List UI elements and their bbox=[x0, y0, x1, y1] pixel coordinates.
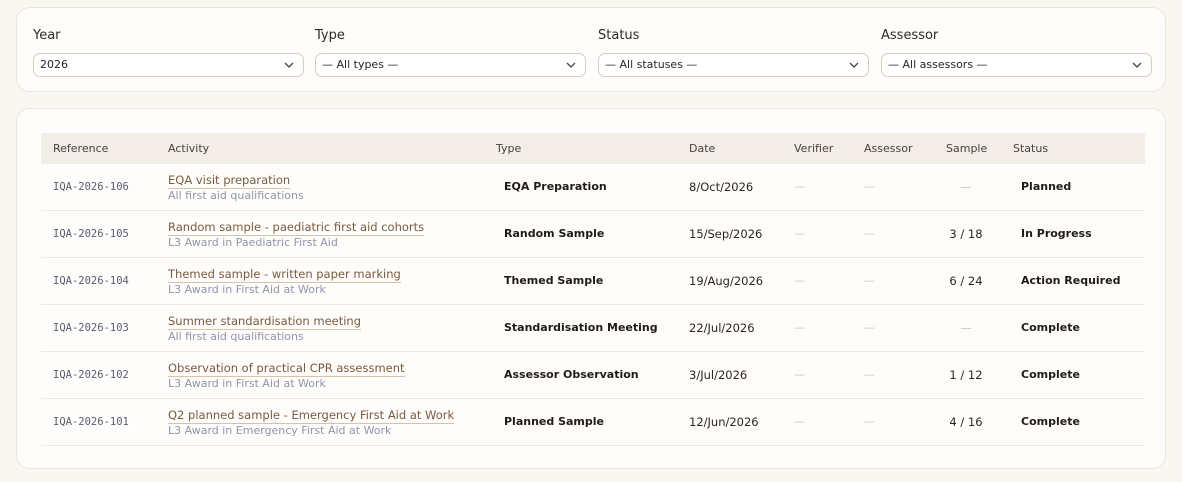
header-activity: Activity bbox=[168, 142, 210, 155]
verifier-cell: — bbox=[794, 321, 805, 334]
assessor-cell: — bbox=[864, 274, 875, 287]
date-cell: 8/Oct/2026 bbox=[689, 180, 754, 194]
type-cell: Assessor Observation bbox=[504, 368, 639, 381]
year-select[interactable]: 2026 bbox=[33, 53, 304, 77]
header-verifier: Verifier bbox=[794, 142, 834, 155]
reference-cell: IQA-2026-102 bbox=[53, 369, 129, 381]
chevron-down-icon bbox=[566, 62, 576, 68]
status-select-value: — All statuses — bbox=[605, 58, 698, 71]
date-cell: 12/Jun/2026 bbox=[689, 415, 759, 429]
type-cell: Standardisation Meeting bbox=[504, 321, 658, 334]
status-select[interactable]: — All statuses — bbox=[598, 53, 869, 77]
year-filter: Year 2026 bbox=[33, 26, 304, 77]
header-type: Type bbox=[496, 142, 522, 155]
chevron-down-icon bbox=[1132, 62, 1142, 68]
date-cell: 22/Jul/2026 bbox=[689, 321, 755, 335]
type-select-value: — All types — bbox=[322, 58, 399, 71]
year-filter-label: Year bbox=[33, 28, 61, 43]
table-header: Reference Activity Type Date Verifier As… bbox=[41, 133, 1145, 164]
table-row[interactable]: IQA-2026-103 Summer standardisation meeti… bbox=[41, 305, 1145, 352]
header-status: Status bbox=[1013, 142, 1049, 155]
reference-cell: IQA-2026-103 bbox=[53, 322, 129, 334]
activity-link[interactable]: Random sample - paediatric first aid coh… bbox=[168, 220, 425, 236]
activity-qualification: All first aid qualifications bbox=[168, 189, 304, 202]
chevron-down-icon bbox=[284, 62, 294, 68]
activity-qualification: L3 Award in Paediatric First Aid bbox=[168, 236, 338, 249]
status-cell: Complete bbox=[1021, 321, 1080, 334]
header-sample: Sample bbox=[946, 142, 988, 155]
verifier-cell: — bbox=[794, 368, 805, 381]
year-select-value: 2026 bbox=[40, 58, 68, 71]
sample-cell: 6 / 24 bbox=[949, 274, 983, 288]
activity-link[interactable]: EQA visit preparation bbox=[168, 173, 291, 189]
reference-cell: IQA-2026-105 bbox=[53, 228, 129, 240]
type-cell: Planned Sample bbox=[504, 415, 604, 428]
reference-cell: IQA-2026-104 bbox=[53, 275, 129, 287]
sample-cell: 1 / 12 bbox=[949, 368, 983, 382]
reference-cell: IQA-2026-101 bbox=[53, 416, 129, 428]
assessor-select-value: — All assessors — bbox=[888, 58, 988, 71]
chevron-down-icon bbox=[849, 62, 859, 68]
type-filter-label: Type bbox=[315, 28, 345, 43]
sample-cell: — bbox=[960, 321, 972, 335]
assessor-cell: — bbox=[864, 227, 875, 240]
table-row[interactable]: IQA-2026-104 Themed sample - written pape… bbox=[41, 258, 1145, 305]
assessor-filter-label: Assessor bbox=[881, 28, 939, 43]
reference-cell: IQA-2026-106 bbox=[53, 181, 129, 193]
assessor-cell: — bbox=[864, 368, 875, 381]
activity-qualification: L3 Award in First Aid at Work bbox=[168, 377, 326, 390]
status-cell: Complete bbox=[1021, 368, 1080, 381]
verifier-cell: — bbox=[794, 227, 805, 240]
header-reference: Reference bbox=[53, 142, 109, 155]
type-cell: Random Sample bbox=[504, 227, 605, 240]
verifier-cell: — bbox=[794, 180, 805, 193]
assessor-cell: — bbox=[864, 415, 875, 428]
status-cell: Action Required bbox=[1021, 274, 1121, 287]
filters-panel: Year 2026 Type — All types — Status — Al… bbox=[16, 7, 1166, 92]
table-row[interactable]: IQA-2026-106 EQA visit preparation All fir… bbox=[41, 164, 1145, 211]
table-row[interactable]: IQA-2026-101 Q2 planned sample - Emergenc… bbox=[41, 399, 1145, 446]
status-filter: Status — All statuses — bbox=[598, 26, 869, 77]
verifier-cell: — bbox=[794, 274, 805, 287]
activity-qualification: L3 Award in First Aid at Work bbox=[168, 283, 326, 296]
type-select[interactable]: — All types — bbox=[315, 53, 586, 77]
sample-cell: 4 / 16 bbox=[949, 415, 983, 429]
activities-table-panel: Reference Activity Type Date Verifier As… bbox=[16, 108, 1166, 469]
status-filter-label: Status bbox=[598, 28, 640, 43]
activity-link[interactable]: Q2 planned sample - Emergency First Aid … bbox=[168, 408, 455, 424]
activity-link[interactable]: Observation of practical CPR assessment bbox=[168, 361, 405, 377]
activity-link[interactable]: Summer standardisation meeting bbox=[168, 314, 362, 330]
sample-cell: — bbox=[960, 180, 972, 194]
status-cell: In Progress bbox=[1021, 227, 1092, 240]
type-cell: Themed Sample bbox=[504, 274, 604, 287]
date-cell: 3/Jul/2026 bbox=[689, 368, 748, 382]
header-assessor: Assessor bbox=[864, 142, 913, 155]
date-cell: 15/Sep/2026 bbox=[689, 227, 763, 241]
assessor-cell: — bbox=[864, 180, 875, 193]
status-cell: Planned bbox=[1021, 180, 1072, 193]
type-filter: Type — All types — bbox=[315, 26, 586, 77]
status-cell: Complete bbox=[1021, 415, 1080, 428]
assessor-select[interactable]: — All assessors — bbox=[881, 53, 1152, 77]
activity-qualification: L3 Award in Emergency First Aid at Work bbox=[168, 424, 392, 437]
type-cell: EQA Preparation bbox=[504, 180, 607, 193]
activity-link[interactable]: Themed sample - written paper marking bbox=[168, 267, 401, 283]
header-date: Date bbox=[689, 142, 716, 155]
table-row[interactable]: IQA-2026-105 Random sample - paediatric f… bbox=[41, 211, 1145, 258]
activity-qualification: All first aid qualifications bbox=[168, 330, 304, 343]
sample-cell: 3 / 18 bbox=[949, 227, 983, 241]
verifier-cell: — bbox=[794, 415, 805, 428]
assessor-cell: — bbox=[864, 321, 875, 334]
table-row[interactable]: IQA-2026-102 Observation of practical CPR… bbox=[41, 352, 1145, 399]
assessor-filter: Assessor — All assessors — bbox=[881, 26, 1152, 77]
date-cell: 19/Aug/2026 bbox=[689, 274, 764, 288]
